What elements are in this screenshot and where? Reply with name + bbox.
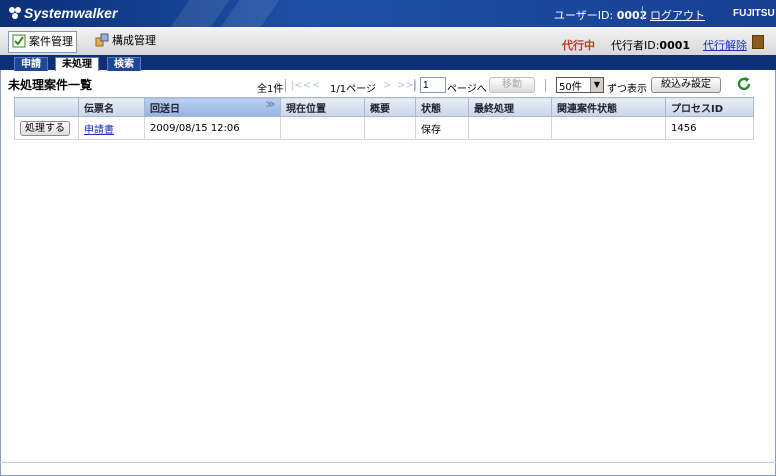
pager-divider xyxy=(545,79,546,92)
move-button[interactable]: 移動 xyxy=(489,77,535,93)
menu-item-label: 案件管理 xyxy=(29,35,73,48)
systemwalker-logo: Systemwalker xyxy=(8,5,117,21)
table-header-row: 伝票名 回送日 ≫ 現在位置 概要 状態 最終処理 関連案件状態 プロセスID xyxy=(14,97,754,117)
cell-action: 処理する xyxy=(14,116,79,140)
tab-apply[interactable]: 申請 xyxy=(14,57,48,71)
checklist-icon xyxy=(12,34,26,48)
cell-forward-date: 2009/08/15 12:06 xyxy=(144,116,281,140)
total-count: 全1件 xyxy=(257,84,284,95)
fujitsu-logo: FUJITSU xyxy=(733,8,775,19)
column-header-forward-date[interactable]: 回送日 ≫ xyxy=(144,97,281,117)
cell-last-action xyxy=(468,116,552,140)
refresh-icon[interactable] xyxy=(736,76,752,92)
proxy-id: 代行者ID:0001 xyxy=(611,37,690,53)
menu-item-label: 構成管理 xyxy=(112,34,156,47)
proxy-status: 代行中 xyxy=(562,39,595,52)
tab-unprocessed[interactable]: 未処理 xyxy=(55,57,99,71)
per-page-label: ずつ表示 xyxy=(607,84,647,95)
column-header-location[interactable]: 現在位置 xyxy=(280,97,365,117)
header-divider xyxy=(642,6,643,20)
column-header-action xyxy=(14,97,79,117)
page-to-label: ページへ xyxy=(447,84,487,95)
bottom-divider xyxy=(0,462,776,463)
cell-status: 保存 xyxy=(415,116,469,140)
column-header-process-id[interactable]: プロセスID xyxy=(665,97,754,117)
page-number-input[interactable] xyxy=(420,77,446,93)
logo-text: Systemwalker xyxy=(24,5,118,21)
menu-item-configuration[interactable]: 構成管理 xyxy=(92,31,159,51)
pager-first-button[interactable]: |<< xyxy=(291,80,311,91)
process-button[interactable]: 処理する xyxy=(20,120,70,136)
column-header-last-action[interactable]: 最終処理 xyxy=(468,97,552,117)
cell-location xyxy=(280,116,365,140)
pager-next-button[interactable]: > xyxy=(383,80,391,91)
pager-divider xyxy=(414,79,415,92)
door-icon[interactable] xyxy=(752,35,764,49)
form-link[interactable]: 申請書 xyxy=(84,125,114,136)
user-id: ユーザーID: 0002 xyxy=(554,7,647,23)
cell-related-status xyxy=(551,116,666,140)
tab-bar: 申請 未処理 検索 xyxy=(0,55,776,71)
per-page-select[interactable]: 50件 ▼ xyxy=(556,77,604,93)
top-header: Systemwalker ユーザーID: 0002 ログアウト FUJITSU xyxy=(0,0,776,27)
pager-info: 1/1ページ xyxy=(330,84,376,95)
proxy-id-label: 代行者ID: xyxy=(611,39,660,52)
table-row: 処理する 申請書 2009/08/15 12:06 保存 1456 xyxy=(14,116,754,140)
header-decoration xyxy=(220,0,280,27)
window-frame xyxy=(0,0,776,476)
header-decoration xyxy=(170,0,230,27)
cell-process-id: 1456 xyxy=(665,116,754,140)
menu-bar: 案件管理 構成管理 代行中 代行者ID:0001 代行解除 xyxy=(0,27,776,56)
config-icon xyxy=(95,33,109,47)
column-header-summary[interactable]: 概要 xyxy=(364,97,416,117)
per-page-value: 50件 xyxy=(559,82,582,93)
tab-search[interactable]: 検索 xyxy=(107,57,141,71)
column-header-form-name[interactable]: 伝票名 xyxy=(78,97,145,117)
cell-summary xyxy=(364,116,416,140)
column-header-label: 回送日 xyxy=(150,103,180,115)
column-header-related-status[interactable]: 関連案件状態 xyxy=(551,97,666,117)
pager-divider xyxy=(285,79,286,92)
logo-mark-icon xyxy=(9,7,21,19)
case-table: 伝票名 回送日 ≫ 現在位置 概要 状態 最終処理 関連案件状態 プロセスID 処… xyxy=(14,97,754,140)
page-title: 未処理案件一覧 xyxy=(8,78,93,92)
filter-settings-button[interactable]: 絞込み設定 xyxy=(651,77,721,93)
sort-desc-icon: ≫ xyxy=(265,99,275,110)
column-header-status[interactable]: 状態 xyxy=(415,97,469,117)
pager-prev-button[interactable]: < xyxy=(312,80,320,91)
menu-item-case-management[interactable]: 案件管理 xyxy=(8,31,77,53)
proxy-cancel-link[interactable]: 代行解除 xyxy=(703,37,747,53)
proxy-id-value: 0001 xyxy=(659,39,691,52)
logout-link[interactable]: ログアウト xyxy=(650,7,705,23)
cell-form-name: 申請書 xyxy=(78,116,145,140)
user-id-label: ユーザーID: xyxy=(554,9,614,22)
chevron-down-icon[interactable]: ▼ xyxy=(590,78,603,92)
